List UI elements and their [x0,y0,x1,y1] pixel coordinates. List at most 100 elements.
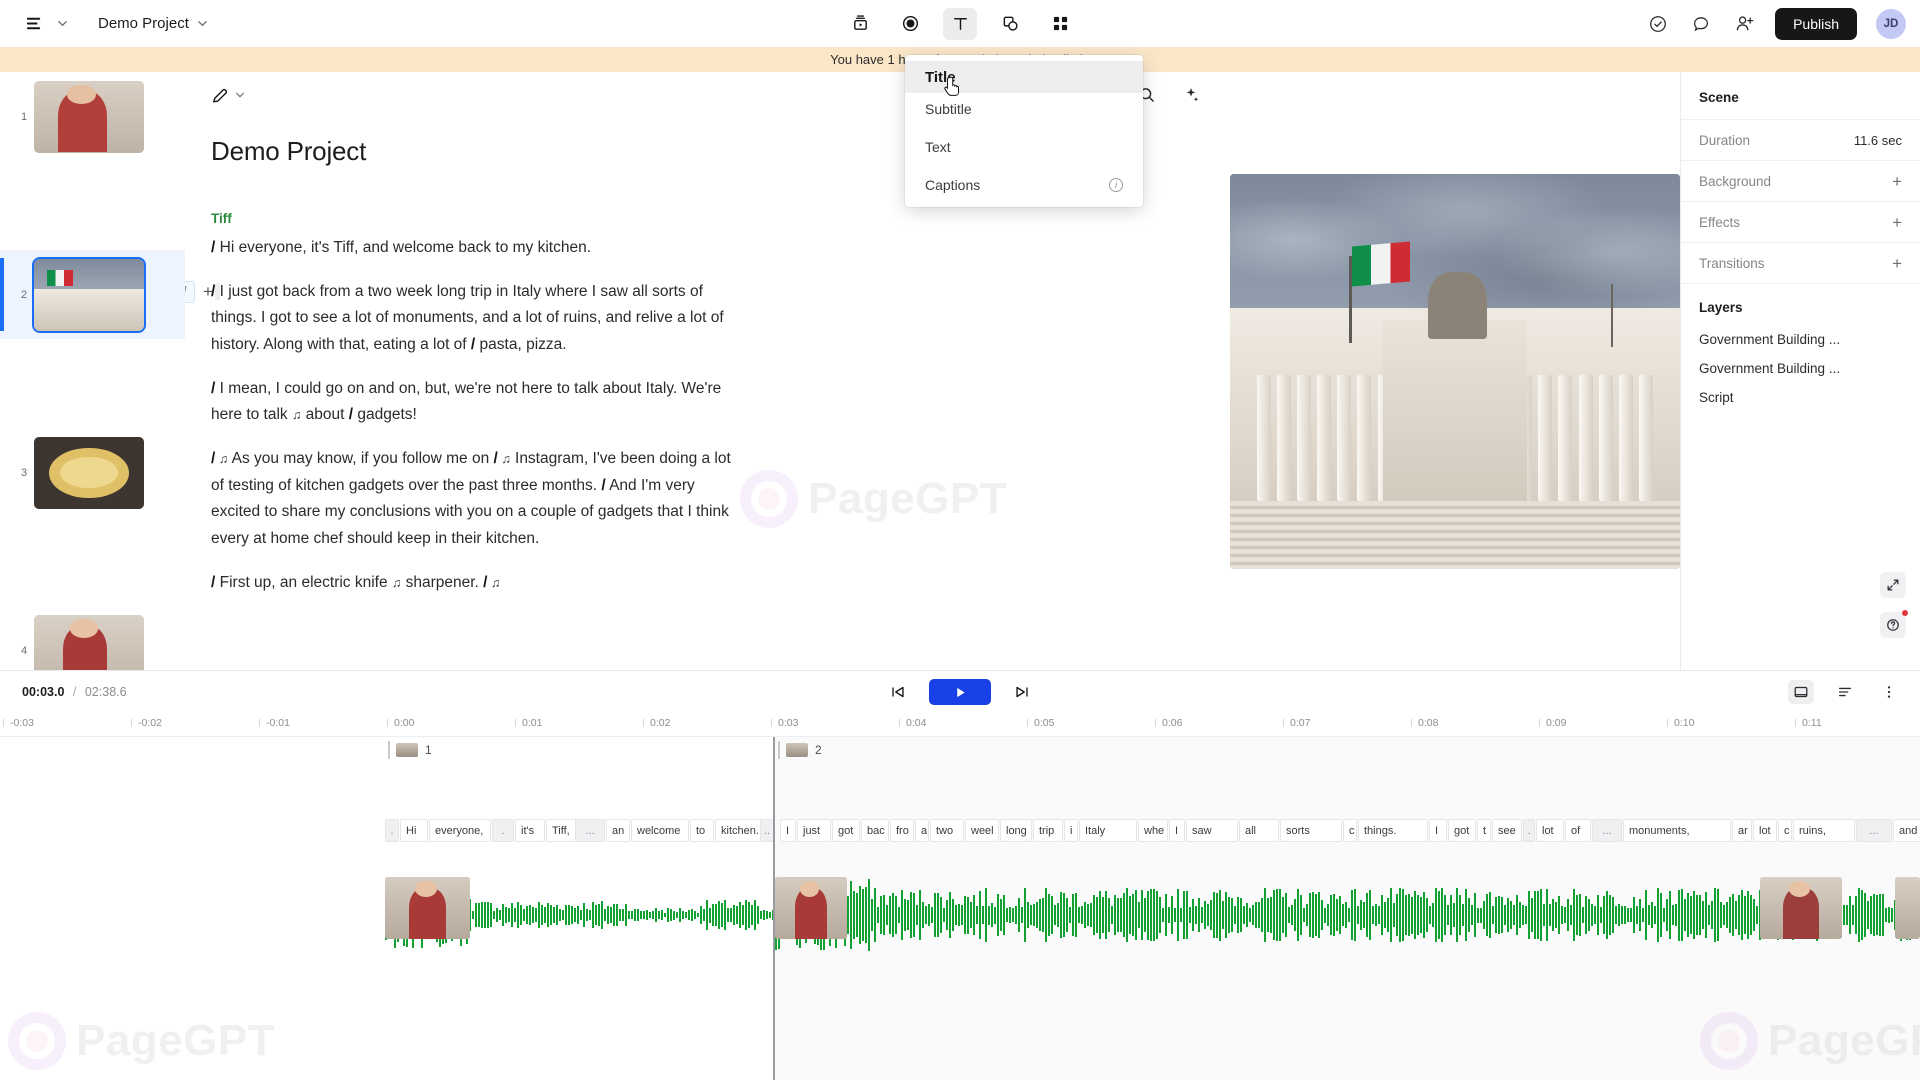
info-icon[interactable]: i [1109,178,1123,192]
clip-view-icon[interactable] [1788,680,1814,704]
property-duration[interactable]: Duration 11.6 sec [1681,119,1920,160]
skip-back-icon[interactable] [889,683,907,701]
expand-icon[interactable] [1880,572,1906,598]
scene-item[interactable]: 4 [0,606,185,670]
word-chip[interactable]: saw [1186,819,1238,842]
word-chip[interactable]: c [1343,819,1357,842]
comment-icon[interactable] [1689,12,1713,36]
more-options-icon[interactable] [1876,680,1902,704]
script-paragraph[interactable]: / First up, an electric knife ♫ sharpene… [211,570,731,597]
word-chip[interactable]: I [780,819,796,842]
word-chip[interactable]: things. [1358,819,1428,842]
scene-item[interactable]: 1 [0,72,185,161]
word-chip[interactable]: ar [1732,819,1752,842]
word-chip[interactable]: got [1448,819,1476,842]
add-background-icon[interactable]: + [1892,173,1902,190]
word-gap-chip[interactable]: ... [1592,819,1622,842]
menu-item-title[interactable]: Title [905,61,1143,93]
word-gap-chip[interactable]: ... [575,819,605,842]
word-chip[interactable]: an [606,819,630,842]
word-gap-chip[interactable]: ... [1856,819,1892,842]
shapes-icon[interactable] [993,8,1027,40]
word-chip[interactable]: trip [1033,819,1063,842]
word-chip[interactable]: whe [1138,819,1168,842]
audio-waveform[interactable] [0,877,1920,953]
video-clip-thumbnail[interactable] [775,877,847,939]
word-chip[interactable]: lot [1753,819,1777,842]
word-chip[interactable]: c [1778,819,1792,842]
hamburger-menu-icon[interactable] [18,9,48,39]
project-chevron-down-icon[interactable] [195,16,211,32]
layer-item[interactable]: Government Building ... [1681,354,1920,383]
menu-item-text[interactable]: Text [905,131,1143,163]
word-chip[interactable]: just [797,819,831,842]
word-chip[interactable]: long [1000,819,1032,842]
word-chip[interactable]: Hi [400,819,428,842]
help-icon[interactable] [1880,610,1908,638]
word-chip[interactable]: i [1064,819,1078,842]
word-track[interactable]: . Hi everyone,. it's Tiff,... an welcome to kitc… [0,819,1920,842]
scene-item[interactable]: 2 [0,250,185,339]
preview-stage[interactable] [1230,173,1680,569]
property-transitions[interactable]: Transitions + [1681,242,1920,283]
scene-list[interactable]: 1 2 3 4 [0,72,185,670]
script-paragraph[interactable]: / I mean, I could go on and on, but, we'… [211,376,731,429]
timeline-tracks[interactable]: 12 . Hi everyone,. it's Tiff,... an welcome to k… [0,737,1920,1080]
word-chip[interactable]: I [1169,819,1185,842]
add-transitions-icon[interactable]: + [1892,255,1902,272]
media-library-icon[interactable] [843,8,877,40]
text-tool-icon[interactable] [943,7,977,40]
timeline-scene-marker[interactable]: 2 [778,741,822,759]
video-clip-thumbnail[interactable] [1760,877,1842,939]
record-icon[interactable] [893,8,927,40]
word-chip[interactable]: ruins, [1793,819,1855,842]
word-chip[interactable]: welcome [631,819,689,842]
scene-item[interactable]: 3 [0,428,185,517]
word-chip[interactable]: everyone, [429,819,491,842]
script-paragraph[interactable]: / + / I just got back from a two week lo… [185,279,731,359]
word-chip[interactable]: t [1477,819,1491,842]
word-gap-chip[interactable]: .. [760,819,774,842]
publish-button[interactable]: Publish [1775,7,1857,40]
layer-item[interactable]: Script [1681,383,1920,412]
add-person-icon[interactable] [1732,12,1756,36]
timeline-ruler[interactable]: -0:03 -0:02 -0:01 0:00 0:01 0:02 0:03 0:04 0:05 0… [0,713,1920,737]
check-circle-icon[interactable] [1646,12,1670,36]
pen-edit-icon[interactable] [211,86,245,105]
video-preview[interactable] [1230,72,1680,670]
word-chip[interactable]: bac [861,819,889,842]
word-chip[interactable]: and [1893,819,1920,842]
property-effects[interactable]: Effects + [1681,201,1920,242]
magic-wand-icon[interactable] [1182,86,1200,104]
scene-split-marker[interactable]: / [185,280,195,303]
video-clip-thumbnail[interactable] [1895,877,1920,939]
apps-grid-icon[interactable] [1043,8,1077,40]
text-type-dropdown[interactable]: Title Subtitle Text Captions i [905,55,1143,207]
skip-forward-icon[interactable] [1013,683,1031,701]
avatar[interactable]: JD [1876,8,1906,39]
list-view-icon[interactable] [1832,680,1858,704]
word-chip[interactable]: weel [965,819,999,842]
script-paragraph[interactable]: / ♫ As you may know, if you follow me on… [211,446,731,553]
word-gap-chip[interactable]: . [385,819,399,842]
word-chip[interactable]: sorts [1280,819,1342,842]
playhead[interactable] [773,737,775,1080]
word-chip[interactable]: Italy [1079,819,1137,842]
layer-item[interactable]: Government Building ... [1681,325,1920,354]
script-body[interactable]: / Hi everyone, it's Tiff, and welcome ba… [185,235,1230,596]
word-chip[interactable]: to [690,819,714,842]
word-chip[interactable]: fro [890,819,914,842]
property-background[interactable]: Background + [1681,160,1920,201]
word-chip[interactable]: a [915,819,929,842]
word-chip[interactable]: of [1565,819,1591,842]
script-paragraph[interactable]: / Hi everyone, it's Tiff, and welcome ba… [211,235,731,262]
word-chip[interactable]: all [1239,819,1279,842]
word-chip[interactable]: it's [515,819,545,842]
word-chip[interactable]: monuments, [1623,819,1731,842]
play-button[interactable] [929,679,991,705]
word-chip[interactable]: got [832,819,860,842]
video-clip-thumbnail[interactable] [385,877,470,939]
word-gap-chip[interactable]: . [1523,819,1535,842]
menu-item-subtitle[interactable]: Subtitle [905,93,1143,125]
word-gap-chip[interactable]: . [492,819,514,842]
